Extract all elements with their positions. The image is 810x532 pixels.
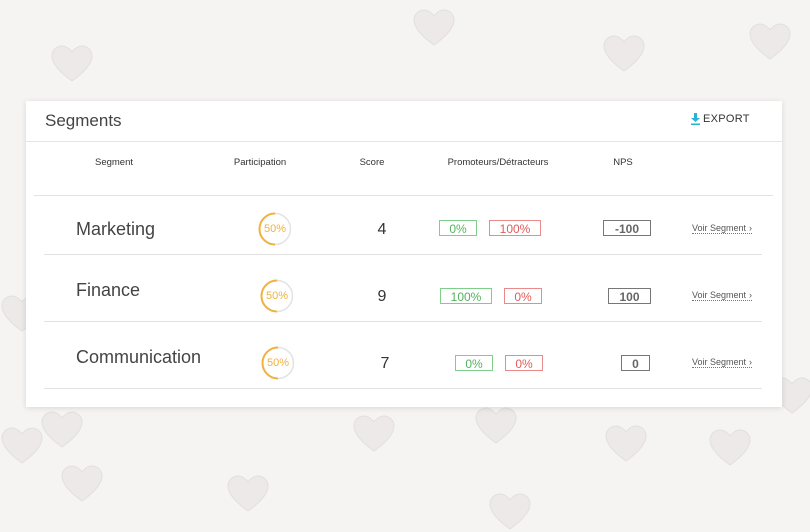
heart-decoration-icon bbox=[603, 35, 645, 72]
download-icon bbox=[690, 113, 701, 125]
heart-decoration-icon bbox=[605, 425, 647, 462]
table-row: Communication 50% 7 0% 0% 0 Voir Segment… bbox=[44, 321, 762, 389]
voir-segment-link[interactable]: Voir Segment › bbox=[692, 290, 753, 301]
segment-name: Finance bbox=[76, 280, 141, 300]
table-row: Finance 50% 9 100% 0% 100 Voir Segment › bbox=[44, 254, 762, 322]
voir-segment-label: Voir Segment bbox=[692, 290, 747, 300]
score-value: 4 bbox=[377, 221, 387, 238]
heart-decoration-icon bbox=[61, 465, 103, 502]
segments-card: Segments EXPORT Segment Participation Sc… bbox=[26, 101, 782, 407]
promoteurs-badge: 0% bbox=[439, 220, 477, 236]
participation-ring: 50% bbox=[258, 212, 292, 246]
card-title: Segments bbox=[45, 111, 122, 130]
column-header-nps: NPS bbox=[613, 157, 633, 168]
promoteurs-badge: 0% bbox=[455, 355, 493, 371]
heart-decoration-icon bbox=[709, 429, 751, 466]
table-row: Marketing 50% 4 0% 100% -100 Voir Segmen… bbox=[44, 187, 762, 255]
card-header: Segments EXPORT bbox=[26, 101, 782, 142]
detracteurs-badge: 0% bbox=[504, 288, 542, 304]
segment-name: Marketing bbox=[76, 219, 156, 239]
heart-decoration-icon bbox=[475, 407, 517, 444]
nps-badge: 100 bbox=[608, 288, 651, 304]
detracteurs-badge: 100% bbox=[489, 220, 541, 236]
heart-decoration-icon bbox=[413, 9, 455, 46]
participation-value: 50% bbox=[263, 223, 287, 235]
promoteurs-badge: 100% bbox=[440, 288, 492, 304]
voir-segment-link[interactable]: Voir Segment › bbox=[692, 357, 753, 368]
nps-badge: 0 bbox=[621, 355, 650, 371]
heart-decoration-icon bbox=[41, 411, 83, 448]
participation-value: 50% bbox=[266, 357, 290, 369]
export-button[interactable]: EXPORT bbox=[690, 113, 750, 125]
heart-decoration-icon bbox=[51, 45, 93, 82]
column-header-score: Score bbox=[359, 157, 385, 168]
chevron-right-icon: › bbox=[749, 290, 753, 300]
heart-decoration-icon bbox=[749, 23, 791, 60]
segment-name: Communication bbox=[76, 347, 202, 367]
voir-segment-label: Voir Segment bbox=[692, 223, 747, 233]
heart-decoration-icon bbox=[489, 493, 531, 530]
nps-badge: -100 bbox=[603, 220, 651, 236]
participation-ring: 50% bbox=[261, 346, 295, 380]
score-value: 9 bbox=[377, 288, 387, 305]
heart-decoration-icon bbox=[1, 427, 43, 464]
voir-segment-label: Voir Segment bbox=[692, 357, 747, 367]
column-header-promoteurs-detracteurs: Promoteurs/Détracteurs bbox=[447, 157, 549, 168]
export-label: EXPORT bbox=[703, 113, 750, 125]
column-header-segment: Segment bbox=[94, 157, 134, 168]
voir-segment-link[interactable]: Voir Segment › bbox=[692, 223, 753, 234]
heart-decoration-icon bbox=[353, 415, 395, 452]
participation-value: 50% bbox=[265, 290, 289, 302]
score-value: 7 bbox=[380, 355, 390, 372]
heart-decoration-icon bbox=[227, 475, 269, 512]
participation-ring: 50% bbox=[260, 279, 294, 313]
chevron-right-icon: › bbox=[749, 223, 753, 233]
chevron-right-icon: › bbox=[749, 357, 753, 367]
column-header-participation: Participation bbox=[233, 157, 287, 168]
detracteurs-badge: 0% bbox=[505, 355, 543, 371]
